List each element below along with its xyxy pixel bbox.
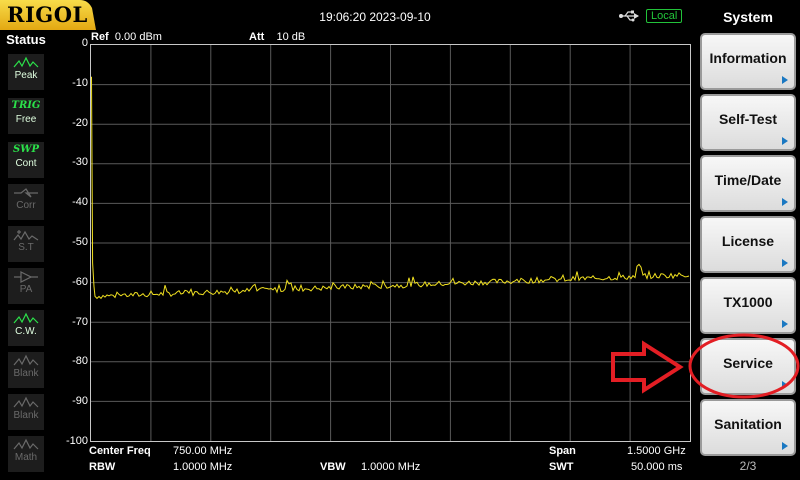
y-tick-label: -10 <box>72 76 88 89</box>
swt-value: 50.000 ms <box>631 461 683 473</box>
spectrum-grid <box>91 45 690 441</box>
ref-value: 0.00 dBm <box>114 31 162 43</box>
rbw-value: 1.0000 MHz <box>173 461 233 473</box>
y-tick-label: -60 <box>72 275 88 288</box>
att-label: Att <box>249 31 265 43</box>
status-item-cont: SWP Cont <box>8 142 44 178</box>
status-item-pa: PA <box>8 268 44 304</box>
submenu-arrow-icon <box>782 259 788 267</box>
softkey-label: Information <box>709 50 787 66</box>
y-tick-label: -40 <box>72 196 88 209</box>
y-tick-label: -70 <box>72 315 88 328</box>
status-item-label: Peak <box>14 70 38 81</box>
status-item-cw: C.W. <box>8 310 44 346</box>
y-tick-label: -50 <box>72 236 88 248</box>
softkey-tx1000[interactable]: TX1000 <box>700 277 796 334</box>
cw-icon <box>13 312 39 324</box>
y-tick-label: -90 <box>72 395 88 408</box>
submenu-arrow-icon <box>782 442 788 450</box>
attenuation: Att 10 dB <box>249 31 305 43</box>
status-item-label: S.T <box>18 242 34 253</box>
st-icon <box>13 230 39 241</box>
vbw-label: VBW <box>320 461 346 473</box>
status-title: Status <box>6 32 46 47</box>
pa-icon <box>14 271 38 283</box>
softkey-time-date[interactable]: Time/Date <box>700 155 796 212</box>
softkey-label: TX1000 <box>723 294 773 310</box>
status-item-math: Math <box>8 436 44 472</box>
y-tick-label: -100 <box>65 435 88 447</box>
status-item-free: TRIG Free <box>8 98 44 134</box>
softkey-sanitation[interactable]: Sanitation <box>700 399 796 456</box>
center-freq-value: 750.00 MHz <box>173 445 233 457</box>
softkey-license[interactable]: License <box>700 216 796 273</box>
status-item-label: PA <box>19 284 33 295</box>
status-item-corr: Corr <box>8 184 44 220</box>
status-item-top: TRIG <box>11 100 41 111</box>
rbw-label: RBW <box>89 461 116 473</box>
status-item-st: S.T <box>8 226 44 262</box>
vbw-value: 1.0000 MHz <box>361 461 421 473</box>
spectrum-plot[interactable] <box>90 44 691 442</box>
softkey-label: Time/Date <box>714 172 782 188</box>
status-item-label: Corr <box>16 200 36 211</box>
submenu-arrow-icon <box>782 76 788 84</box>
y-tick-label: -80 <box>72 355 88 368</box>
math-icon <box>13 438 39 450</box>
status-item-blank: Blank <box>8 352 44 388</box>
status-item-label: Cont <box>15 158 37 169</box>
menu-title: System <box>723 9 773 25</box>
submenu-arrow-icon <box>782 137 788 145</box>
menu-page-indicator: 2/3 <box>739 459 757 473</box>
remote-mode-badge: Local <box>646 9 683 23</box>
ref-label: Ref <box>91 31 109 43</box>
y-tick-label: -20 <box>72 116 88 129</box>
softkey-service[interactable]: Service <box>700 338 796 395</box>
status-panel: Status Peak TRIG Free SWP Cont Corr S.T PA C.W. B… <box>0 32 52 480</box>
usb-icon <box>619 10 639 22</box>
status-item-label: Blank <box>13 368 39 379</box>
span-label: Span <box>549 445 576 457</box>
corr-icon <box>14 188 38 198</box>
status-item-label: Free <box>15 114 37 125</box>
blank-icon <box>13 396 39 408</box>
y-tick-label: 0 <box>81 37 88 49</box>
att-value: 10 dB <box>276 31 306 43</box>
status-item-top: SWP <box>13 144 39 155</box>
status-item-label: Blank <box>13 410 39 421</box>
center-freq-label: Center Freq <box>89 445 151 457</box>
submenu-arrow-icon <box>782 381 788 389</box>
y-tick-label: -30 <box>72 156 88 169</box>
span-value: 1.5000 GHz <box>627 445 686 457</box>
submenu-arrow-icon <box>782 320 788 328</box>
blank-icon <box>13 354 39 366</box>
softkey-menu: System Information Self-Test Time/Date Lice… <box>696 0 800 480</box>
submenu-arrow-icon <box>782 198 788 206</box>
peak-icon <box>13 56 39 68</box>
status-item-peak: Peak <box>8 54 44 90</box>
softkey-label: Self-Test <box>718 111 778 127</box>
softkey-label: Sanitation <box>714 416 782 432</box>
softkey-label: Service <box>723 355 773 371</box>
ref-level: Ref 0.00 dBm <box>91 31 162 43</box>
status-item-label: C.W. <box>15 326 37 337</box>
swt-label: SWT <box>549 461 574 473</box>
status-item-blank: Blank <box>8 394 44 430</box>
softkey-label: License <box>721 233 775 249</box>
softkey-self-test[interactable]: Self-Test <box>700 94 796 151</box>
top-bar: RIGOL 19:06:20 2023-09-10 Local <box>0 0 696 32</box>
status-item-label: Math <box>14 452 38 463</box>
softkey-information[interactable]: Information <box>700 33 796 90</box>
